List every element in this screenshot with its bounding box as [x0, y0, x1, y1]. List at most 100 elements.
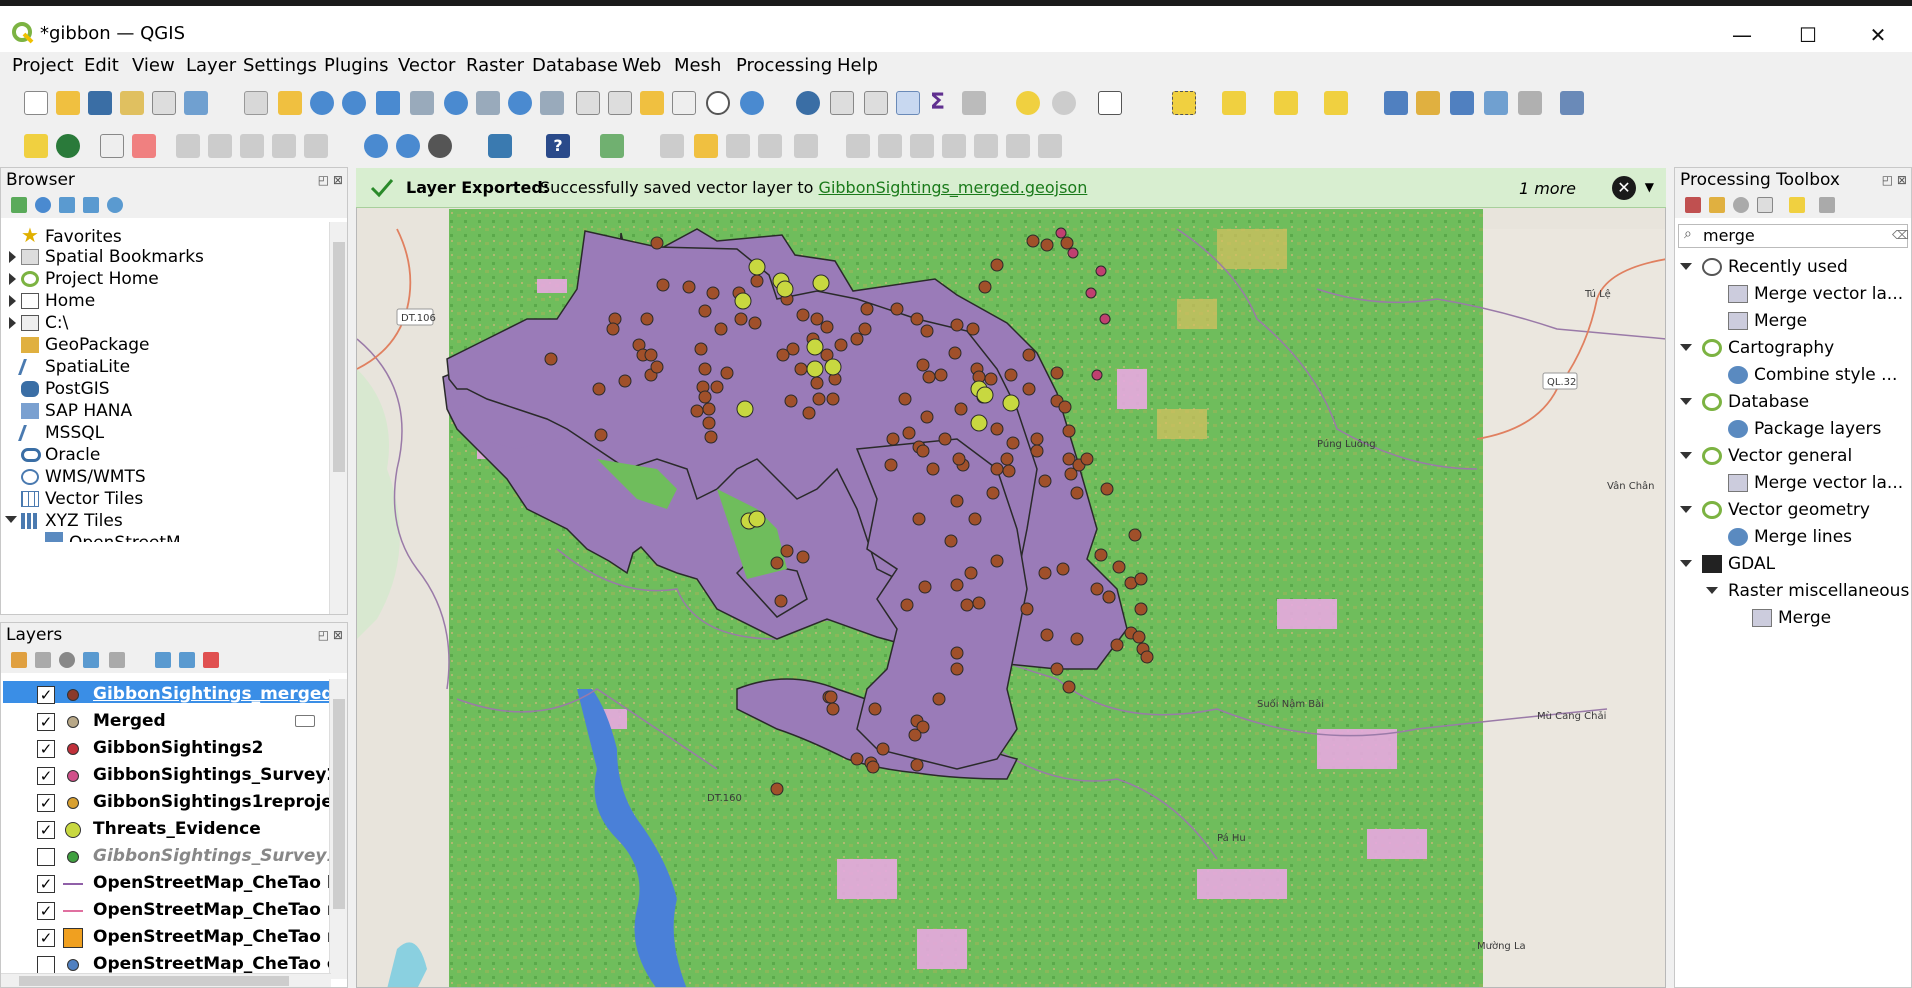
refresh-icon[interactable] — [740, 91, 764, 115]
models-icon[interactable] — [1685, 197, 1701, 213]
layers-hscrollbar[interactable] — [1, 973, 331, 987]
toolbox-algorithm[interactable]: Merge vector la... — [1728, 283, 1903, 305]
toolbox-group[interactable]: Cartography — [1680, 337, 1834, 359]
label-properties-icon[interactable] — [272, 134, 296, 158]
browser-scrollbar-thumb[interactable] — [333, 242, 345, 472]
add-selected-layers-icon[interactable] — [11, 197, 27, 213]
metasearch-icon[interactable] — [600, 134, 624, 158]
layer-label[interactable]: GibbonSightings_Survey2 — [93, 765, 331, 785]
layer-row[interactable]: ✓ Merged — [1, 710, 331, 734]
map-canvas[interactable]: DT.106 QL.32 DT.160 Tú Lệ Púng Luông Mù … — [356, 168, 1666, 988]
add-layer-icon[interactable] — [1384, 91, 1408, 115]
data-source-manager-icon[interactable] — [1560, 91, 1584, 115]
processing-toolbox-icon[interactable] — [896, 91, 920, 115]
toggle-editing-icon[interactable] — [694, 134, 718, 158]
layer-row[interactable]: GibbonSightings_Survey1 — [1, 845, 331, 869]
browser-item-mssql[interactable]: MSSQL — [18, 422, 104, 444]
layer-visibility-checkbox[interactable]: ✓ — [37, 902, 55, 920]
toolbox-group[interactable]: Vector general — [1680, 445, 1852, 467]
browser-item-oracle[interactable]: Oracle — [21, 444, 100, 466]
modify-attributes-icon[interactable] — [846, 134, 870, 158]
scripts-icon[interactable] — [1709, 197, 1725, 213]
layer-label[interactable]: OpenStreetMap_CheTao multipolygons — [93, 927, 331, 947]
select-features-icon[interactable] — [1172, 91, 1196, 115]
menu-raster[interactable]: Raster — [466, 55, 524, 76]
layer-row[interactable]: ✓ GibbonSightings_merged — [1, 683, 331, 707]
menu-layer[interactable]: Layer — [186, 55, 236, 76]
statistics-icon[interactable]: Σ — [930, 91, 954, 115]
minimize-button[interactable]: — — [1712, 18, 1772, 52]
menu-mesh[interactable]: Mesh — [674, 55, 721, 76]
layer-label[interactable]: GibbonSightings2 — [93, 738, 263, 758]
copy-features-icon[interactable] — [942, 134, 966, 158]
layer-row[interactable]: ✓ GibbonSightings2 — [1, 737, 331, 761]
menu-database[interactable]: Database — [532, 55, 618, 76]
expand-arrow-icon[interactable] — [9, 273, 16, 285]
results-viewer-icon[interactable] — [1757, 197, 1773, 213]
save-edits-icon[interactable] — [726, 134, 750, 158]
digitize-icon[interactable] — [1484, 91, 1508, 115]
expand-arrow-icon[interactable] — [9, 251, 16, 263]
layers-scrollbar-thumb[interactable] — [333, 699, 345, 909]
layer-visibility-checkbox[interactable]: ✓ — [37, 686, 55, 704]
zoom-selection-icon[interactable] — [410, 91, 434, 115]
browser-item-openstreetmap[interactable]: OpenStreetM... — [45, 532, 197, 542]
message-dropdown-icon[interactable]: ▼ — [1645, 180, 1654, 194]
properties-icon[interactable] — [107, 197, 123, 213]
layer-label[interactable]: Threats_Evidence — [93, 819, 261, 839]
temporal-controller-icon[interactable] — [706, 91, 730, 115]
layers-hscrollbar-thumb[interactable] — [19, 976, 289, 986]
layer-row[interactable]: ✓ GibbonSightings_Survey2 — [1, 764, 331, 788]
browser-item-geopackage[interactable]: GeoPackage — [21, 334, 150, 356]
collapse-arrow-icon[interactable] — [1680, 344, 1692, 351]
menu-processing[interactable]: Processing — [736, 55, 832, 76]
collapse-arrow-icon[interactable] — [1680, 398, 1692, 405]
new-3d-map-icon[interactable] — [608, 91, 632, 115]
message-more-link[interactable]: 1 more — [1519, 179, 1576, 198]
layer-visibility-checkbox[interactable]: ✓ — [37, 821, 55, 839]
label-toolbar-icon[interactable] — [24, 134, 48, 158]
decorations-icon[interactable] — [1052, 91, 1076, 115]
panel-float-close-icon[interactable]: ◰ ⊠ — [318, 623, 343, 647]
show-hide-labels-icon[interactable] — [132, 134, 156, 158]
menu-plugins[interactable]: Plugins — [324, 55, 388, 76]
python-console-icon[interactable] — [488, 134, 512, 158]
collapse-all-icon[interactable] — [83, 197, 99, 213]
layer-visibility-checkbox[interactable]: ✓ — [37, 875, 55, 893]
menu-project[interactable]: Project — [12, 55, 74, 76]
browser-scrollbar[interactable] — [329, 222, 347, 614]
toolbox-algorithm[interactable]: Merge lines — [1728, 526, 1852, 548]
zoom-last-icon[interactable] — [508, 91, 532, 115]
style-manager-icon[interactable] — [184, 91, 208, 115]
zoom-out-icon[interactable] — [342, 91, 366, 115]
vertex-tool-icon[interactable] — [794, 134, 818, 158]
menu-vector[interactable]: Vector — [398, 55, 455, 76]
collapse-all-icon[interactable] — [179, 652, 195, 668]
layers-scrollbar[interactable] — [329, 679, 347, 979]
layer-visibility-checkbox[interactable]: ✓ — [37, 767, 55, 785]
browser-item-home[interactable]: Home — [21, 290, 95, 312]
text-annotation-icon[interactable] — [1098, 91, 1122, 115]
temporary-layer-icon[interactable] — [1518, 91, 1542, 115]
toolbox-search-input[interactable]: merge — [1678, 224, 1908, 248]
layer-visibility-checkbox[interactable]: ✓ — [37, 929, 55, 947]
collapse-arrow-icon[interactable] — [1680, 263, 1692, 270]
collapse-arrow-icon[interactable] — [1680, 506, 1692, 513]
layer-row[interactable]: ✓ OpenStreetMap_CheTao multipolygons — [1, 926, 331, 950]
toolbox-algorithm[interactable]: Package layers — [1728, 418, 1881, 440]
layer-row[interactable]: ✓ OpenStreetMap_CheTao lines — [1, 872, 331, 896]
geocoder-icon[interactable] — [396, 134, 420, 158]
identify-icon[interactable] — [796, 91, 820, 115]
open-attribute-table-icon[interactable] — [830, 91, 854, 115]
new-geopackage-layer-icon[interactable] — [1416, 91, 1440, 115]
browser-item-spatialite[interactable]: SpatiaLite — [18, 356, 130, 378]
expand-arrow-icon[interactable] — [9, 317, 16, 329]
layer-label[interactable]: OpenStreetMap_CheTao other_relations — [93, 954, 331, 974]
cut-features-icon[interactable] — [910, 134, 934, 158]
collapse-arrow-icon[interactable] — [1680, 560, 1692, 567]
georeferencer-icon[interactable] — [364, 134, 388, 158]
browser-item-favorites[interactable]: ★ Favorites — [21, 224, 122, 247]
label-rotate-icon[interactable] — [304, 134, 328, 158]
zoom-in-icon[interactable] — [310, 91, 334, 115]
collapse-arrow-icon[interactable] — [1680, 452, 1692, 459]
